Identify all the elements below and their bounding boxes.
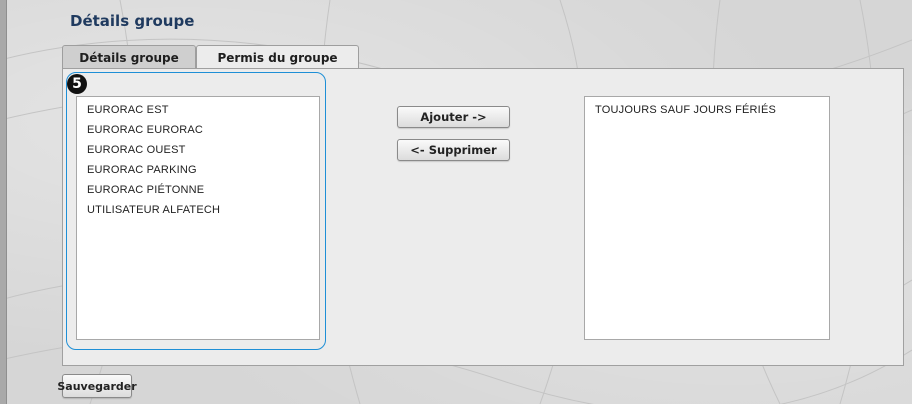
list-item[interactable]: UTILISATEUR ALFATECH: [87, 203, 309, 223]
assigned-permissions-list[interactable]: TOUJOURS SAUF JOURS FÉRIÉS: [584, 96, 830, 340]
page-title: Détails groupe: [70, 12, 195, 30]
list-item[interactable]: EURORAC PARKING: [87, 163, 309, 183]
remove-button[interactable]: <- Supprimer: [397, 139, 510, 161]
tab-permis-du-groupe[interactable]: Permis du groupe: [196, 45, 359, 70]
list-item[interactable]: EURORAC PIÉTONNE: [87, 183, 309, 203]
window-left-border: [0, 0, 7, 404]
list-item[interactable]: EURORAC EST: [87, 103, 309, 123]
tab-details-groupe[interactable]: Détails groupe: [62, 45, 196, 69]
save-button[interactable]: Sauvegarder: [57, 374, 137, 398]
list-item[interactable]: EURORAC OUEST: [87, 143, 309, 163]
list-item[interactable]: EURORAC EURORAC: [87, 123, 309, 143]
add-button[interactable]: Ajouter ->: [397, 106, 510, 128]
step-badge: 5: [67, 74, 87, 94]
list-item[interactable]: TOUJOURS SAUF JOURS FÉRIÉS: [595, 103, 819, 123]
available-permissions-list[interactable]: EURORAC EST EURORAC EURORAC EURORAC OUES…: [76, 96, 320, 340]
